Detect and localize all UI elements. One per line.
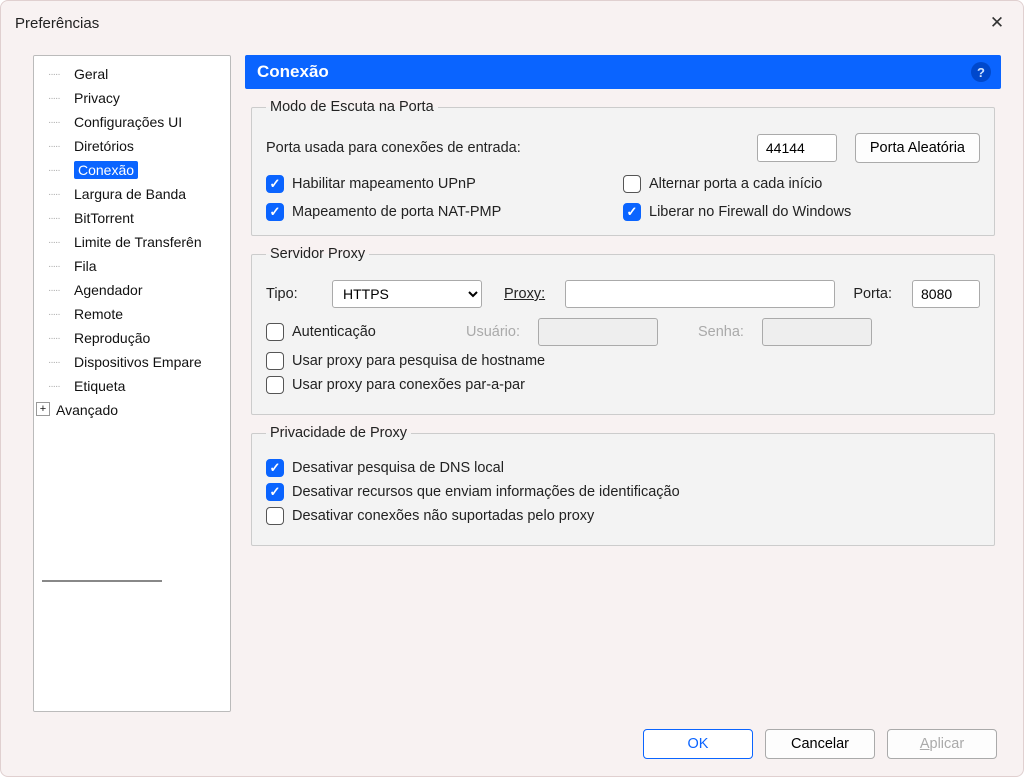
proxy-user-input bbox=[538, 318, 658, 346]
disable-unsupported-checkbox[interactable]: Desativar conexões não suportadas pelo p… bbox=[266, 507, 594, 525]
listen-group: Modo de Escuta na Porta Porta usada para… bbox=[251, 99, 995, 236]
cancel-button[interactable]: Cancelar bbox=[765, 729, 875, 759]
alternate-port-checkbox[interactable]: Alternar porta a cada início bbox=[623, 175, 980, 193]
ok-button[interactable]: OK bbox=[643, 729, 753, 759]
proxy-pass-label: Senha: bbox=[698, 324, 744, 340]
plus-icon[interactable]: + bbox=[36, 402, 50, 416]
panel-title: Conexão bbox=[257, 62, 329, 82]
sidebar-item-bittorrent[interactable]: ·····BitTorrent bbox=[34, 206, 231, 230]
sidebar-item-largura[interactable]: ·····Largura de Banda bbox=[34, 182, 231, 206]
sidebar-item-privacy[interactable]: ·····Privacy bbox=[34, 86, 231, 110]
privacy-legend: Privacidade de Proxy bbox=[266, 425, 411, 441]
proxy-type-select[interactable]: HTTPS bbox=[332, 280, 482, 308]
proxy-legend: Servidor Proxy bbox=[266, 246, 369, 262]
horizontal-scrollbar[interactable] bbox=[42, 580, 162, 592]
proxy-type-label: Tipo: bbox=[266, 286, 322, 302]
proxy-user-label: Usuário: bbox=[466, 324, 520, 340]
proxy-port-label: Porta: bbox=[853, 286, 892, 302]
proxy-group: Servidor Proxy Tipo: HTTPS Proxy: Porta: bbox=[251, 246, 995, 415]
proxy-host-label: Proxy: bbox=[504, 286, 545, 302]
disable-ident-checkbox[interactable]: Desativar recursos que enviam informaçõe… bbox=[266, 483, 680, 501]
sidebar-item-conexao[interactable]: ·····Conexão bbox=[34, 158, 231, 182]
port-label: Porta usada para conexões de entrada: bbox=[266, 140, 747, 156]
dialog-footer: OK Cancelar Aplicar bbox=[1, 712, 1023, 776]
sidebar-item-etiqueta[interactable]: ·····Etiqueta bbox=[34, 374, 231, 398]
sidebar-item-avancado[interactable]: +Avançado bbox=[34, 398, 231, 422]
sidebar-item-dispositivos[interactable]: ·····Dispositivos Empare bbox=[34, 350, 231, 374]
sidebar-item-diretorios[interactable]: ·····Diretórios bbox=[34, 134, 231, 158]
upnp-checkbox[interactable]: Habilitar mapeamento UPnP bbox=[266, 175, 623, 193]
firewall-checkbox[interactable]: Liberar no Firewall do Windows bbox=[623, 203, 980, 221]
proxy-privacy-group: Privacidade de Proxy Desativar pesquisa … bbox=[251, 425, 995, 546]
sidebar-item-geral[interactable]: ·····Geral bbox=[34, 62, 231, 86]
sidebar-item-fila[interactable]: ·····Fila bbox=[34, 254, 231, 278]
random-port-button[interactable]: Porta Aleatória bbox=[855, 133, 980, 163]
proxy-port-input[interactable] bbox=[912, 280, 980, 308]
sidebar-item-reproducao[interactable]: ·····Reprodução bbox=[34, 326, 231, 350]
preferences-dialog: Preferências ✕ ·····Geral ·····Privacy ·… bbox=[0, 0, 1024, 777]
sidebar-item-config-ui[interactable]: ·····Configurações UI bbox=[34, 110, 231, 134]
help-icon[interactable]: ? bbox=[971, 62, 991, 82]
proxy-pass-input bbox=[762, 318, 872, 346]
sidebar-item-agendador[interactable]: ·····Agendador bbox=[34, 278, 231, 302]
category-tree[interactable]: ·····Geral ·····Privacy ·····Configuraçõ… bbox=[33, 55, 231, 712]
close-icon[interactable]: ✕ bbox=[983, 9, 1011, 37]
port-input[interactable] bbox=[757, 134, 837, 162]
window-title: Preferências bbox=[15, 15, 99, 32]
auth-checkbox[interactable]: Autenticação bbox=[266, 323, 466, 341]
natpmp-checkbox[interactable]: Mapeamento de porta NAT-PMP bbox=[266, 203, 623, 221]
sidebar-item-limite[interactable]: ·····Limite de Transferên bbox=[34, 230, 231, 254]
disable-dns-checkbox[interactable]: Desativar pesquisa de DNS local bbox=[266, 459, 504, 477]
apply-button[interactable]: Aplicar bbox=[887, 729, 997, 759]
proxy-host-input[interactable] bbox=[565, 280, 835, 308]
titlebar: Preferências ✕ bbox=[1, 1, 1023, 45]
proxy-hostname-checkbox[interactable]: Usar proxy para pesquisa de hostname bbox=[266, 352, 545, 370]
proxy-p2p-checkbox[interactable]: Usar proxy para conexões par-a-par bbox=[266, 376, 525, 394]
listen-legend: Modo de Escuta na Porta bbox=[266, 99, 438, 115]
sidebar-item-remote[interactable]: ·····Remote bbox=[34, 302, 231, 326]
panel-header: Conexão ? bbox=[245, 55, 1001, 89]
